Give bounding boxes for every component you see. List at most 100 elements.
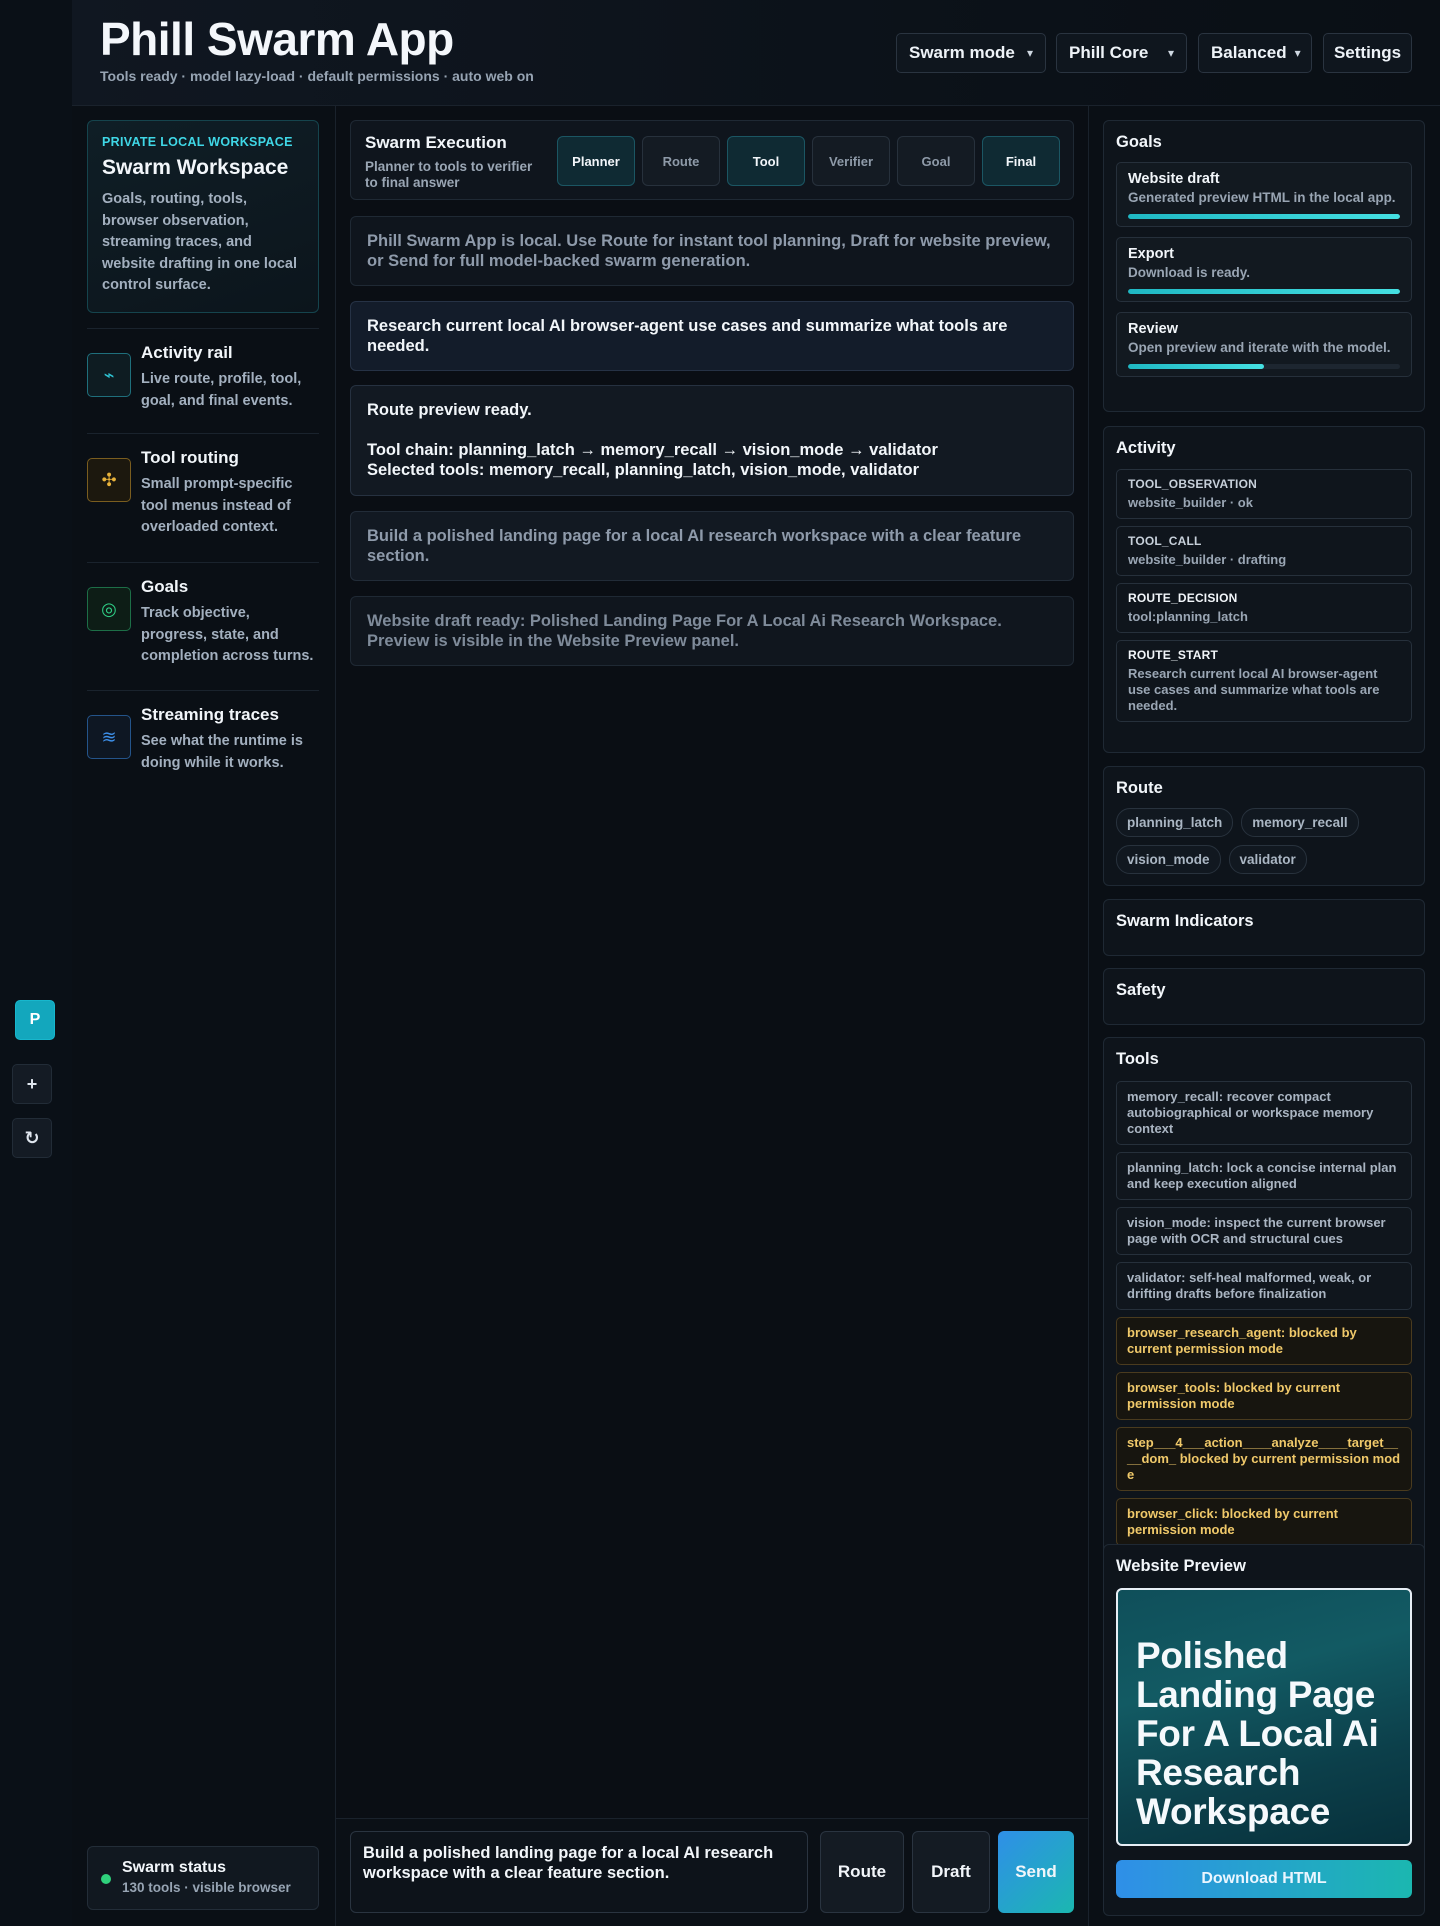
feature-description: Live route, profile, tool, goal, and fin… (141, 371, 302, 409)
feature-streaming-traces: ≋ Streaming traces See what the runtime … (87, 690, 319, 774)
message-line: Tool chain: planning_latch → memory_reca… (367, 441, 938, 459)
profile-avatar-button[interactable]: P (15, 1000, 55, 1040)
message-line: Selected tools: memory_recall, planning_… (367, 461, 920, 479)
workspace-kicker: PRIVATE LOCAL WORKSPACE (102, 135, 293, 149)
app-title: Phill Swarm App (100, 13, 454, 65)
goal-item: Review Open preview and iterate with the… (1116, 312, 1412, 377)
new-session-button[interactable]: + (12, 1064, 52, 1104)
feature-description: Track objective, progress, state, and co… (141, 605, 314, 664)
chevron-down-icon: ▾ (1167, 46, 1174, 60)
goals-title: Goals (1116, 133, 1162, 151)
refresh-button[interactable]: ↻ (12, 1118, 52, 1158)
step-verifier[interactable]: Verifier (812, 136, 890, 186)
route-chip: planning_latch (1116, 808, 1234, 837)
user-message: Build a polished landing page for a loca… (350, 511, 1074, 581)
message-line: Route preview ready. (367, 401, 532, 419)
execution-title: Swarm Execution (365, 133, 507, 152)
route-chips: planning_latch memory_recall vision_mode… (1116, 808, 1412, 874)
profile-select[interactable]: Balanced ▾ (1198, 33, 1312, 73)
feature-description: See what the runtime is doing while it w… (141, 733, 303, 771)
wave-icon: ≋ (87, 715, 131, 759)
preview-frame[interactable]: Polished Landing Page For A Local Ai Res… (1116, 1588, 1412, 1846)
chevron-down-icon: ▾ (1026, 46, 1033, 60)
goals-panel: Goals Website draft Generated preview HT… (1103, 120, 1425, 412)
feature-goals: ◎ Goals Track objective, progress, state… (87, 562, 319, 668)
left-rail: P + ↻ (0, 0, 72, 1926)
user-message: Research current local AI browser-agent … (350, 301, 1074, 371)
route-title: Route (1116, 779, 1163, 797)
indicators-title: Swarm Indicators (1116, 912, 1254, 930)
tool-item: memory_recall: recover compact autobiogr… (1116, 1081, 1412, 1145)
activity-item: ROUTE_DECISION tool:planning_latch (1116, 583, 1412, 633)
execution-subtitle: Planner to tools to verifier to final an… (365, 159, 533, 190)
tool-item-blocked: browser_click: blocked by current permis… (1116, 1498, 1412, 1546)
feature-title: Activity rail (141, 343, 233, 362)
tool-item: planning_latch: lock a concise internal … (1116, 1152, 1412, 1200)
chevron-down-icon: ▾ (1294, 46, 1301, 60)
feature-activity-rail: ⌁ Activity rail Live route, profile, too… (87, 328, 319, 412)
pulse-icon: ⌁ (87, 353, 131, 397)
feature-title: Goals (141, 577, 189, 596)
send-button[interactable]: Send (998, 1831, 1074, 1913)
feature-description: Small prompt-specific tool menus instead… (141, 476, 293, 535)
activity-title: Activity (1116, 439, 1176, 457)
tool-item: validator: self-heal malformed, weak, or… (1116, 1262, 1412, 1310)
target-icon: ◎ (87, 587, 131, 631)
route-panel: Route planning_latch memory_recall visio… (1103, 766, 1425, 886)
move-arrows-icon: ✣ (87, 458, 131, 502)
feature-title: Streaming traces (141, 705, 279, 724)
refresh-icon: ↻ (24, 1127, 40, 1148)
step-goal[interactable]: Goal (897, 136, 975, 186)
assistant-message: Route preview ready. Tool chain: plannin… (350, 385, 1074, 496)
route-chip: vision_mode (1116, 845, 1221, 874)
workspace-title: Swarm Workspace (102, 156, 289, 179)
goal-progress-bar (1128, 364, 1400, 369)
tool-item-blocked: browser_research_agent: blocked by curre… (1116, 1317, 1412, 1365)
assistant-message: Website draft ready: Polished Landing Pa… (350, 596, 1074, 666)
app-subtitle: Tools ready · model lazy-load · default … (100, 68, 534, 84)
prompt-input[interactable]: Build a polished landing page for a loca… (350, 1831, 808, 1913)
status-dot-icon (101, 1874, 111, 1884)
tool-item-blocked: step___4___action____analyze____target__… (1116, 1427, 1412, 1491)
tool-item-blocked: browser_tools: blocked by current permis… (1116, 1372, 1412, 1420)
preview-title: Website Preview (1116, 1557, 1246, 1575)
workspace-card: PRIVATE LOCAL WORKSPACE Swarm Workspace … (87, 120, 319, 313)
workspace-description: Goals, routing, tools, browser observati… (102, 191, 297, 293)
step-tool[interactable]: Tool (727, 136, 805, 186)
route-button[interactable]: Route (820, 1831, 904, 1913)
feature-tool-routing: ✣ Tool routing Small prompt-specific too… (87, 433, 319, 539)
swarm-indicators-panel[interactable]: Swarm Indicators (1103, 899, 1425, 956)
status-subtitle: 130 tools · visible browser (122, 1880, 291, 1895)
step-planner[interactable]: Planner (557, 136, 635, 186)
goal-item: Website draft Generated preview HTML in … (1116, 162, 1412, 227)
route-chip: memory_recall (1241, 808, 1359, 837)
main-chat: Swarm Execution Planner to tools to veri… (336, 106, 1088, 1926)
download-html-button[interactable]: Download HTML (1116, 1860, 1412, 1898)
draft-button[interactable]: Draft (912, 1831, 990, 1913)
activity-item: ROUTE_START Research current local AI br… (1116, 640, 1412, 722)
right-panel: Goals Website draft Generated preview HT… (1088, 106, 1440, 1926)
goal-item: Export Download is ready. (1116, 237, 1412, 302)
activity-item: TOOL_CALL website_builder · drafting (1116, 526, 1412, 576)
goal-progress-bar (1128, 214, 1400, 219)
tool-item: vision_mode: inspect the current browser… (1116, 1207, 1412, 1255)
swarm-execution-bar: Swarm Execution Planner to tools to veri… (350, 120, 1074, 200)
mode-select[interactable]: Swarm mode ▾ (896, 33, 1046, 73)
settings-button[interactable]: Settings (1323, 33, 1412, 73)
step-route[interactable]: Route (642, 136, 720, 186)
status-title: Swarm status (122, 1859, 227, 1876)
activity-item: TOOL_OBSERVATION website_builder · ok (1116, 469, 1412, 519)
plus-icon: + (26, 1073, 38, 1094)
safety-title: Safety (1116, 981, 1166, 999)
feature-title: Tool routing (141, 448, 239, 467)
route-chip: validator (1228, 845, 1307, 874)
tools-title: Tools (1116, 1050, 1159, 1068)
model-select[interactable]: Phill Core ▾ (1056, 33, 1187, 73)
sidebar: PRIVATE LOCAL WORKSPACE Swarm Workspace … (72, 106, 336, 1926)
safety-panel[interactable]: Safety (1103, 968, 1425, 1025)
swarm-status-card: Swarm status 130 tools · visible browser (87, 1846, 319, 1910)
activity-panel: Activity TOOL_OBSERVATION website_builde… (1103, 426, 1425, 753)
goal-progress-bar (1128, 289, 1400, 294)
step-final[interactable]: Final (982, 136, 1060, 186)
info-message: Phill Swarm App is local. Use Route for … (350, 216, 1074, 286)
